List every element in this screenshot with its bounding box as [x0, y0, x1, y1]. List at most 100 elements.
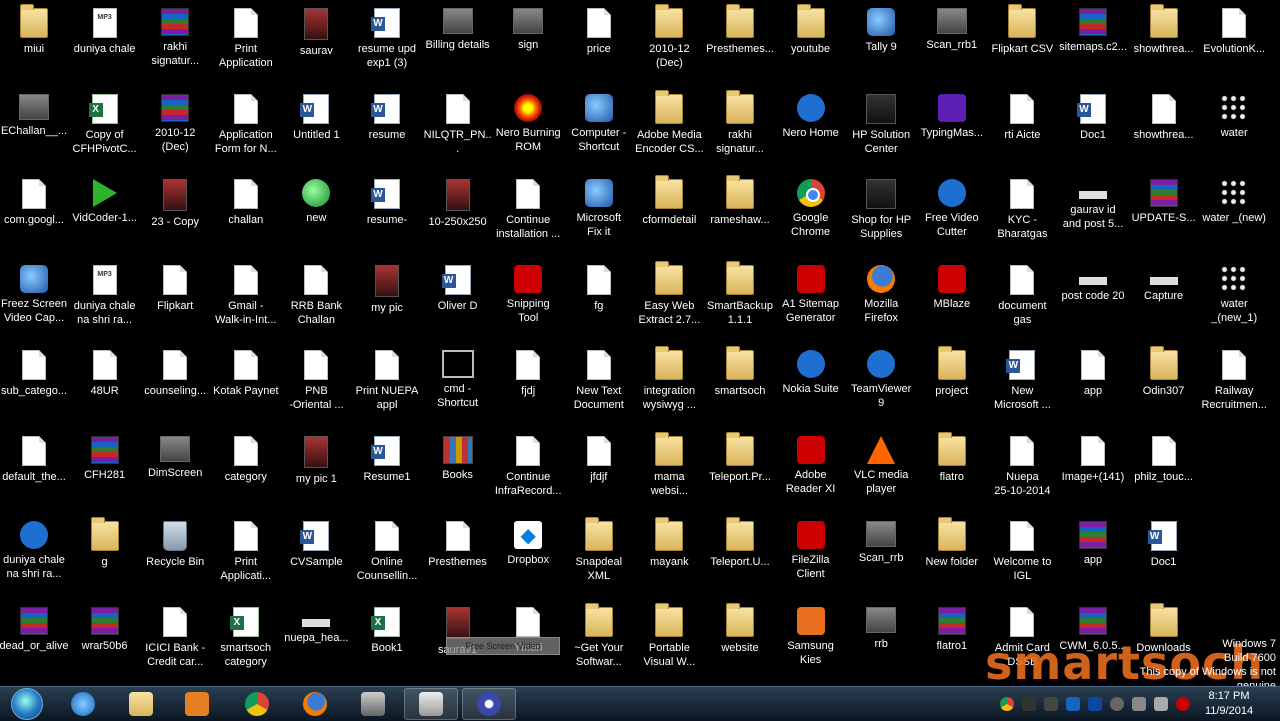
desktop-icon[interactable]: Samsung Kies [776, 603, 846, 687]
desktop-icon[interactable]: cformdetail [634, 175, 704, 259]
desktop-icon[interactable]: TeamViewer 9 [846, 346, 916, 430]
tray-show-hidden-icon[interactable] [1044, 697, 1058, 711]
desktop-icon[interactable]: my pic 1 [281, 432, 351, 516]
desktop-icon[interactable]: ICICI Bank - Credit car... [140, 603, 210, 687]
desktop-icon[interactable]: youtube [776, 4, 846, 88]
desktop-icon[interactable]: Odin307 [1129, 346, 1199, 430]
taskbar-media-app-button[interactable] [462, 688, 516, 720]
desktop-icon[interactable]: sign [493, 4, 563, 88]
desktop-icon[interactable]: smartsoch category [211, 603, 281, 687]
desktop-icon[interactable]: resume upd exp1 (3) [352, 4, 422, 88]
desktop-icon[interactable]: Online Counsellin... [352, 517, 422, 601]
desktop-icon[interactable]: ~Get Your Softwar... [564, 602, 634, 687]
desktop-icon[interactable]: Scan_rrb [846, 517, 916, 601]
desktop-icon[interactable]: Print NUEPA appl [352, 346, 422, 430]
desktop-icon[interactable]: water _(new_1) [1199, 261, 1269, 345]
desktop-icon[interactable]: EvolutionK... [1199, 4, 1269, 88]
desktop-icon[interactable]: post code 20 [1058, 261, 1128, 345]
taskbar-camera-button[interactable] [404, 688, 458, 720]
desktop-icon[interactable]: 2010-12 (Dec) [140, 90, 210, 174]
desktop-icon[interactable]: MBlaze [917, 261, 987, 345]
desktop-icon[interactable]: Nero Burning ROM [493, 90, 563, 174]
desktop-icon[interactable]: Snapdeal XML [564, 517, 634, 601]
desktop-icon[interactable]: Microsoft Fix it [564, 175, 634, 259]
desktop-icon[interactable]: Gmail - Walk-in-Int... [211, 261, 281, 345]
desktop-icon[interactable]: default_the... [0, 432, 69, 516]
desktop-icon[interactable]: water [1199, 90, 1269, 174]
tray-bluetooth-icon[interactable] [1132, 697, 1146, 711]
start-button[interactable] [0, 688, 54, 720]
desktop-icon[interactable]: UPDATE-S... [1129, 175, 1199, 259]
desktop-icon[interactable]: document gas [987, 261, 1057, 345]
desktop-icon[interactable]: Adobe Media Encoder CS... [634, 89, 704, 174]
desktop-icon[interactable]: FileZilla Client [776, 517, 846, 601]
desktop-icon[interactable]: Books [423, 432, 493, 516]
desktop-icon[interactable]: jfdjf [564, 432, 634, 516]
desktop-icon[interactable]: dead_or_alive [0, 603, 69, 687]
tray-volume-muted-icon[interactable] [1176, 697, 1190, 711]
desktop-icon[interactable]: VidCoder-1... [70, 175, 140, 259]
desktop-icon[interactable]: new [281, 175, 351, 259]
desktop-icon[interactable]: Teleport.Pr... [705, 431, 775, 516]
desktop-icon[interactable]: Image+(141) [1058, 432, 1128, 516]
desktop-icon[interactable]: duniya chale [70, 4, 140, 88]
desktop-icon[interactable]: flatro [917, 431, 987, 516]
desktop-icon[interactable]: Shop for HP Supplies [846, 175, 916, 259]
desktop-icon[interactable]: Scan_rrb1 [917, 4, 987, 88]
desktop-icon[interactable]: rakhi signatur... [705, 89, 775, 174]
desktop-icon[interactable]: CFH281 [70, 432, 140, 516]
taskbar-media-button[interactable] [170, 688, 224, 720]
desktop-icon[interactable]: cmd - Shortcut [423, 346, 493, 430]
desktop-icon[interactable]: Mozilla Firefox [846, 261, 916, 345]
desktop-icon[interactable]: Copy of CFHPivotC... [70, 90, 140, 174]
desktop-icon[interactable]: Free Video Cutter [917, 175, 987, 259]
desktop-icon[interactable]: counseling... [140, 346, 210, 430]
tray-security-icon[interactable] [1066, 697, 1080, 711]
desktop-icon[interactable]: A1 Sitemap Generator [776, 261, 846, 345]
tray-flag-icon[interactable] [1154, 697, 1168, 711]
desktop-icon[interactable]: TypingMas... [917, 90, 987, 174]
desktop-icon[interactable]: DimScreen [140, 432, 210, 516]
desktop-icon[interactable]: challan [211, 175, 281, 259]
desktop-icon[interactable]: duniya chale na shri ra... [0, 517, 69, 601]
desktop-icon[interactable]: 48UR [70, 346, 140, 430]
desktop-icon[interactable]: Application Form for N... [211, 90, 281, 174]
desktop-icon[interactable]: category [211, 432, 281, 516]
desktop-icon[interactable]: Capture [1129, 261, 1199, 345]
desktop-icon[interactable]: Dropbox [493, 517, 563, 601]
desktop-icon[interactable]: 23 - Copy [140, 175, 210, 259]
desktop-icon[interactable]: Continue installation ... [493, 175, 563, 259]
desktop-icon[interactable]: Recycle Bin [140, 517, 210, 601]
desktop-icon[interactable]: Easy Web Extract 2.7... [634, 260, 704, 345]
desktop-icon[interactable]: sub_catego... [0, 346, 69, 430]
desktop-icon[interactable]: 10-250x250 [423, 175, 493, 259]
desktop-icon[interactable]: Nero Home [776, 90, 846, 174]
desktop-icon[interactable]: integration wysiwyg ... [634, 346, 704, 430]
desktop-icon[interactable]: sitemaps.c2... [1058, 4, 1128, 88]
desktop-icon[interactable]: app [1058, 346, 1128, 430]
desktop-icon[interactable]: HP Solution Center [846, 90, 916, 174]
desktop-icon[interactable]: New Text Document [564, 346, 634, 430]
desktop-icon[interactable]: Google Chrome [776, 175, 846, 259]
desktop-icon[interactable]: mama websi... [634, 431, 704, 516]
taskbar-window-button[interactable] [346, 688, 400, 720]
desktop-icon[interactable]: rakhi signatur... [140, 4, 210, 88]
desktop-icon[interactable]: CVSample [281, 517, 351, 601]
desktop-icon[interactable]: g [70, 517, 140, 601]
desktop-icon[interactable]: Untitled 1 [281, 90, 351, 174]
desktop-icon[interactable]: duniya chale na shri ra... [70, 261, 140, 345]
desktop-icon[interactable]: price [564, 4, 634, 88]
desktop-icon[interactable]: New Microsoft ... [987, 346, 1057, 430]
desktop-icon[interactable]: showthrea... [1129, 90, 1199, 174]
desktop-icon[interactable]: New folder [917, 517, 987, 601]
desktop-icon[interactable]: Teleport.U... [705, 517, 775, 601]
desktop-icon[interactable]: PNB -Oriental ... [281, 346, 351, 430]
desktop-icon[interactable]: website [705, 602, 775, 687]
desktop-icon[interactable]: mayank [634, 517, 704, 601]
desktop-icon[interactable]: philz_touc... [1129, 432, 1199, 516]
desktop-icon[interactable]: Snipping Tool [493, 261, 563, 345]
taskbar-explorer-button[interactable] [114, 688, 168, 720]
desktop-icon[interactable]: Billing details [423, 4, 493, 88]
desktop-icon[interactable]: fjdj [493, 346, 563, 430]
desktop-icon[interactable]: Flipkart CSV [987, 4, 1057, 88]
